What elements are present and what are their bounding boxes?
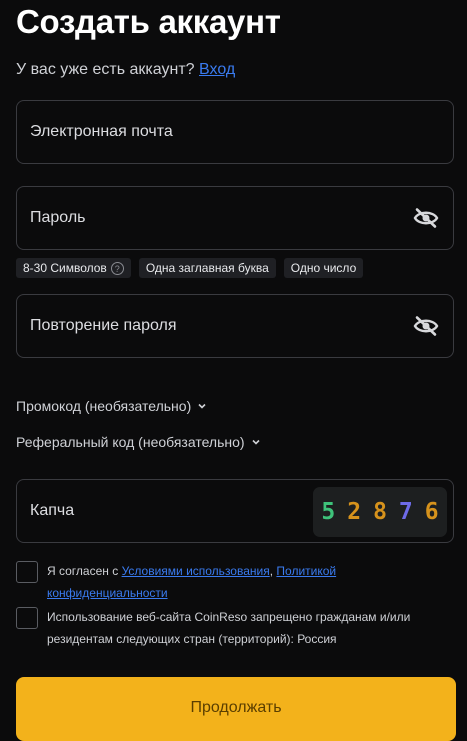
continue-button[interactable]: Продолжать (16, 677, 456, 741)
eye-slash-icon[interactable] (413, 207, 439, 229)
captcha-digit: 8 (373, 499, 387, 525)
login-link[interactable]: Вход (199, 61, 235, 78)
captcha-field[interactable]: Капча 5 2 8 7 6 (16, 479, 454, 543)
chevron-down-icon (198, 403, 206, 409)
promo-code-label: Промокод (необязательно) (16, 398, 192, 414)
captcha-digit: 7 (398, 499, 413, 525)
repeat-password-field[interactable]: Повторение пароля (16, 294, 454, 358)
captcha-image[interactable]: 5 2 8 7 6 (313, 487, 447, 537)
login-prompt: У вас уже есть аккаунт? Вход (16, 59, 235, 81)
have-account-text: У вас уже есть аккаунт? (16, 61, 195, 78)
terms-text: Я согласен с Условиями использования, По… (47, 564, 337, 600)
email-placeholder: Электронная почта (30, 123, 173, 140)
captcha-placeholder: Капча (30, 502, 75, 519)
eye-slash-icon[interactable] (413, 315, 439, 337)
hint-number: Одно число (283, 258, 364, 278)
privacy-link-continued[interactable]: конфиденциальности (47, 586, 168, 600)
terms-link[interactable]: Условиями использования (122, 564, 270, 578)
terms-agreement: Я согласен с Условиями использования, По… (16, 560, 447, 604)
captcha-digit: 6 (424, 499, 439, 525)
restriction-checkbox[interactable] (16, 607, 38, 629)
promo-code-toggle[interactable]: Промокод (необязательно) (16, 398, 207, 414)
hint-uppercase: Одна заглавная буква (138, 258, 276, 278)
captcha-digit: 5 (321, 499, 336, 525)
captcha-digit: 2 (347, 499, 362, 525)
password-requirements: 8-30 Символов ? Одна заглавная буква Одн… (16, 258, 364, 278)
hint-length: 8-30 Символов ? (16, 258, 131, 278)
password-placeholder: Пароль (30, 209, 86, 226)
restriction-text: Использование веб-сайта CoinReso запреще… (47, 610, 411, 646)
question-icon[interactable]: ? (110, 261, 124, 275)
page-title: Создать аккаунт (16, 3, 281, 40)
referral-code-label: Реферальный код (необязательно) (16, 434, 245, 450)
chevron-down-icon (251, 439, 260, 445)
repeat-password-placeholder: Повторение пароля (30, 317, 177, 334)
email-field[interactable]: Электронная почта (16, 100, 454, 164)
privacy-link[interactable]: Политикой (276, 564, 336, 578)
terms-checkbox[interactable] (16, 561, 38, 583)
password-field[interactable]: Пароль (16, 186, 454, 250)
referral-code-toggle[interactable]: Реферальный код (необязательно) (16, 434, 261, 450)
restriction-agreement: Использование веб-сайта CoinReso запреще… (16, 606, 447, 650)
